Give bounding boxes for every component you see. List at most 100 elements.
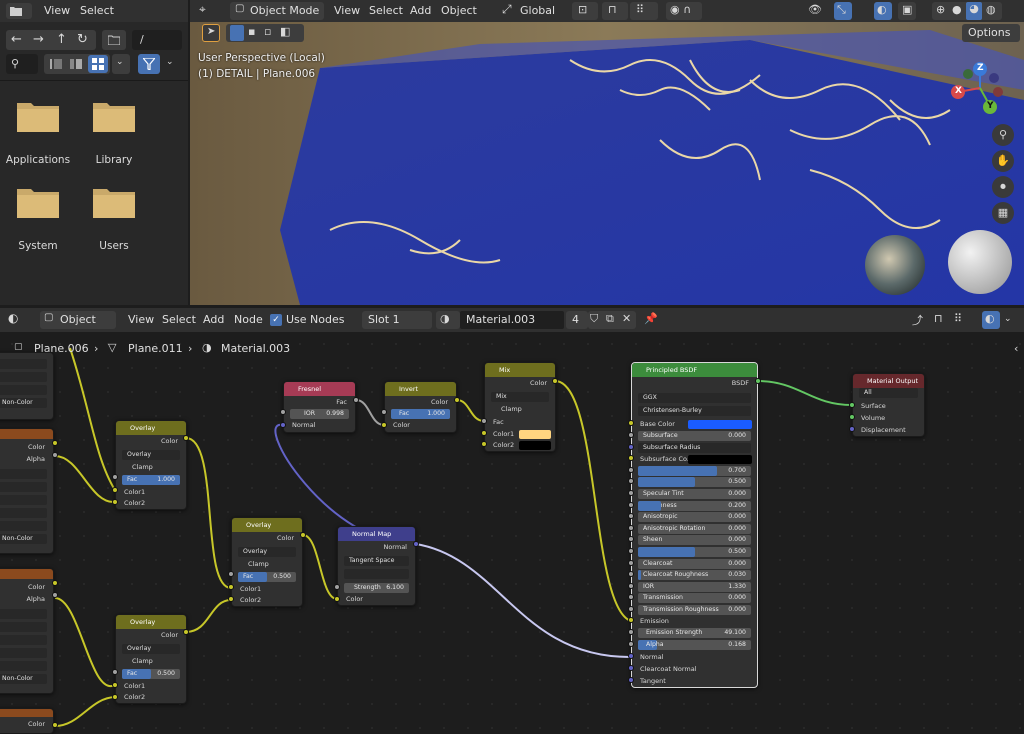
color1-swatch[interactable] [519, 430, 551, 439]
refresh-icon[interactable]: ↻ [77, 32, 88, 47]
zoom-icon[interactable]: ⚲ [992, 124, 1014, 146]
socket[interactable] [628, 466, 634, 473]
bsdf-input-subsurface-co-[interactable]: Subsurface Co... [632, 454, 757, 465]
bsdf-input-transmission[interactable]: Transmission 0.000 [638, 593, 751, 604]
proportional-edit[interactable]: ◉ ∩ [666, 2, 702, 20]
folder-item-users[interactable]: Users [76, 186, 152, 256]
socket[interactable] [454, 397, 460, 403]
filter-dropdown[interactable]: ⌄ [162, 54, 180, 74]
socket[interactable] [628, 443, 634, 450]
back-arrow-icon[interactable]: ← [11, 32, 22, 47]
strength-field[interactable]: Strength 6.100 [344, 583, 409, 593]
menu-object[interactable]: Object [441, 4, 477, 17]
menu-view[interactable]: View [128, 313, 154, 326]
socket[interactable] [112, 669, 118, 675]
fac-slider[interactable]: Fac 0.500 [122, 669, 180, 679]
dropdown[interactable] [0, 635, 47, 645]
base-color-swatch[interactable] [688, 420, 752, 429]
node-invert[interactable]: Invert Color Fac 1.000 Color [384, 381, 457, 433]
clamp-checkbox[interactable]: Clamp [116, 462, 186, 473]
folder-item-applications[interactable]: Applications [0, 100, 76, 170]
bsdf-input-clearcoat-roughness[interactable]: Clearcoat Roughness 0.030 [638, 570, 751, 581]
socket[interactable] [52, 592, 58, 598]
node-overlay-2[interactable]: Overlay Color Overlay Clamp Fac 0.500 Col… [231, 517, 303, 607]
parent-dir-icon[interactable]: ↑ [56, 32, 67, 47]
emission-strength-field[interactable]: Emission Strength 49.100 [638, 628, 751, 638]
socket[interactable] [628, 606, 634, 612]
socket[interactable] [628, 420, 634, 426]
list-vertical-icon[interactable] [48, 57, 64, 71]
subsurface-method-dropdown[interactable]: Christensen-Burley [638, 406, 751, 416]
socket[interactable] [228, 584, 234, 590]
user-count-button[interactable]: 4 [566, 311, 588, 329]
bsdf-input-anisotropic-rotation[interactable]: Anisotropic Rotation 0.000 [638, 523, 751, 534]
partial-node-image-1[interactable]: Non-Color [0, 352, 54, 420]
socket[interactable] [849, 402, 855, 408]
partial-node-image-4[interactable]: Color [0, 708, 54, 734]
slot-dropdown[interactable]: Slot 1 [362, 311, 432, 329]
socket[interactable] [849, 414, 855, 420]
node-fresnel[interactable]: Fresnel Fac IOR 0.998 Normal [283, 381, 356, 433]
bsdf-input-specular-tint[interactable]: Specular Tint 0.000 [638, 489, 751, 499]
bsdf-input-roughness[interactable]: Roughness0.200 [638, 500, 751, 511]
material-browse-button[interactable]: ◑ [436, 311, 460, 329]
wireframe-shading-icon[interactable]: ⊕ [936, 3, 945, 16]
menu-view[interactable]: View [44, 4, 70, 17]
use-nodes-checkbox[interactable]: ✓ [270, 314, 282, 326]
snap-icon[interactable]: ⊓ [934, 312, 943, 325]
socket[interactable] [52, 440, 58, 446]
socket[interactable] [628, 665, 634, 671]
alpha-slider[interactable]: Alpha 0.168 [638, 640, 751, 650]
bsdf-input-transmission-roughness[interactable]: Transmission Roughness 0.000 [638, 605, 751, 615]
socket[interactable] [52, 452, 58, 458]
menu-add[interactable]: Add [203, 313, 224, 326]
rendered-shading-icon[interactable]: ◍ [986, 3, 996, 16]
shader-node-editor[interactable]: ◐ ▢ Object View Select Add Node ✓ Use No… [0, 308, 1024, 734]
overlay-toggle[interactable]: ◐ [982, 311, 1000, 329]
blend-mode-dropdown[interactable]: Overlay [238, 547, 296, 557]
material-name-field[interactable]: Material.003 [460, 311, 564, 329]
socket[interactable] [334, 596, 340, 602]
node-principled-bsdf[interactable]: Principled BSDF BSDF GGX Christensen-Bur… [631, 362, 758, 688]
dropdown[interactable] [0, 622, 47, 632]
select-tool[interactable]: ➤ [202, 24, 220, 42]
socket[interactable] [112, 499, 118, 505]
blend-mode-dropdown[interactable]: Mix [491, 392, 549, 402]
sidebar-toggle-chevron-icon[interactable]: ‹ [1014, 342, 1018, 355]
bsdf-input-metallic[interactable]: Metallic0.700 [638, 465, 751, 476]
visibility-dropdown[interactable]: 👁 [806, 2, 830, 20]
socket[interactable] [112, 487, 118, 493]
bsdf-input-specular[interactable]: Specular0.500 [638, 477, 751, 488]
socket[interactable] [481, 441, 487, 447]
socket[interactable] [755, 378, 761, 384]
pivot-dropdown[interactable]: ⊡ [572, 2, 598, 20]
overlay-toggle[interactable]: ◐ [874, 2, 892, 20]
socket[interactable] [112, 694, 118, 700]
close-icon[interactable]: ✕ [622, 312, 631, 325]
editor-type-button[interactable]: ◐ [6, 311, 34, 329]
folder-item-library[interactable]: Library [76, 100, 152, 170]
orientation-dropdown[interactable]: ⤢ Global [502, 2, 572, 20]
uv-map-field[interactable] [344, 569, 409, 579]
socket[interactable] [628, 501, 634, 508]
socket[interactable] [228, 571, 234, 577]
dropdown[interactable] [0, 609, 47, 619]
snap-target-icon[interactable]: ⠿ [954, 312, 962, 325]
forward-arrow-icon[interactable]: → [33, 32, 44, 47]
new-folder-button[interactable] [102, 30, 126, 50]
snap-target-dropdown[interactable]: ⠿ [630, 2, 658, 20]
bsdf-input-subsurface[interactable]: Subsurface 0.000 [638, 431, 751, 441]
node-normal-map[interactable]: Normal Map Normal Tangent Space Strength… [337, 526, 416, 606]
filter-toggle[interactable] [138, 54, 160, 74]
partial-node-image-2[interactable]: Color Alpha Non-Color [0, 428, 54, 554]
menu-view[interactable]: View [334, 4, 360, 17]
dropdown[interactable] [0, 521, 47, 531]
socket[interactable] [481, 430, 487, 436]
socket[interactable] [413, 541, 419, 547]
pan-hand-icon[interactable]: ✋ [992, 150, 1014, 172]
bsdf-input-sheen[interactable]: Sheen 0.000 [638, 535, 751, 546]
dropdown[interactable] [0, 495, 47, 505]
socket[interactable] [628, 617, 634, 623]
folder-item-system[interactable]: System [0, 186, 76, 256]
node-mix[interactable]: Mix Color Mix Clamp Fac Color1 Color2 [484, 362, 556, 452]
